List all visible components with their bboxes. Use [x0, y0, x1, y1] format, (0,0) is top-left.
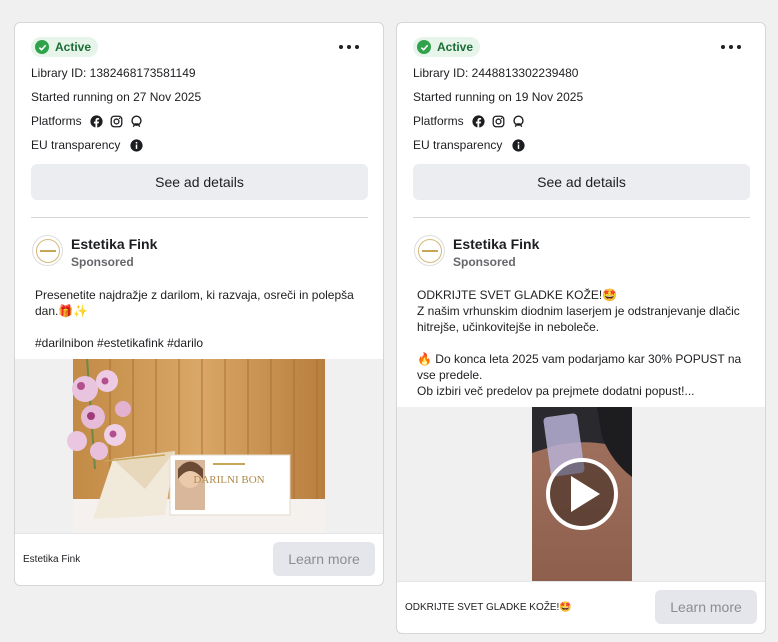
see-ad-details-button[interactable]: See ad details [413, 164, 750, 200]
body-line: 🔥 Do konca leta 2025 vam podarjamo kar 3… [417, 352, 742, 382]
divider [31, 217, 368, 218]
platforms-label: Platforms [413, 114, 464, 128]
ad-card: Active Library ID: 1382468173581149 Star… [14, 22, 384, 586]
more-icon[interactable] [721, 39, 741, 55]
messenger-icon [512, 115, 525, 128]
instagram-icon [110, 115, 123, 128]
learn-more-button[interactable]: Learn more [655, 590, 757, 624]
check-icon [35, 40, 49, 54]
avatar[interactable] [414, 235, 445, 266]
eu-transparency-row: EU transparency [413, 138, 525, 152]
ad-body: ODKRIJTE SVET GLADKE KOŽE!🤩 Z našim vrhu… [417, 287, 752, 399]
gift-card-text: DARILNI BON [193, 474, 264, 486]
library-id: Library ID: 2448813302239480 [413, 66, 579, 80]
footer-caption: ODKRIJTE SVET GLADKE KOŽE!🤩 [405, 602, 572, 613]
facebook-icon [472, 114, 485, 128]
ad-footer: Estetika Fink Learn more [15, 533, 383, 585]
more-icon[interactable] [339, 39, 359, 55]
check-icon [417, 40, 431, 54]
instagram-icon [492, 115, 505, 128]
status-label: Active [437, 40, 474, 54]
platforms-row: Platforms [31, 114, 143, 128]
eu-transparency-row: EU transparency [31, 138, 143, 152]
body-line: #darilnibon #estetikafink #darilo [35, 336, 204, 350]
sponsored-label: Sponsored [453, 255, 516, 269]
divider [413, 217, 750, 218]
play-icon [546, 458, 618, 530]
body-line: ODKRIJTE SVET GLADKE KOŽE!🤩 [417, 288, 618, 302]
ad-image[interactable]: DARILNI BON [15, 359, 383, 533]
library-id: Library ID: 1382468173581149 [31, 66, 196, 80]
facebook-icon [90, 114, 103, 128]
status-badge: Active [413, 37, 481, 57]
body-line-spacer [35, 319, 370, 335]
advertiser-name[interactable]: Estetika Fink [71, 236, 157, 252]
ad-card: Active Library ID: 2448813302239480 Star… [396, 22, 766, 634]
footer-caption: Estetika Fink [23, 554, 81, 565]
advertiser-name[interactable]: Estetika Fink [453, 236, 539, 252]
body-line-spacer [417, 335, 752, 351]
started-date: Started running on 27 Nov 2025 [31, 90, 202, 104]
platforms-label: Platforms [31, 114, 82, 128]
see-ad-details-button[interactable]: See ad details [31, 164, 368, 200]
status-label: Active [55, 40, 92, 54]
messenger-icon [130, 115, 143, 128]
body-line: Presenetite najdražje z darilom, ki razv… [35, 288, 354, 318]
eu-label: EU transparency [413, 138, 503, 152]
ad-video[interactable] [397, 407, 765, 581]
avatar[interactable] [32, 235, 63, 266]
ad-footer: ODKRIJTE SVET GLADKE KOŽE!🤩 Learn more [397, 581, 765, 633]
sponsored-label: Sponsored [71, 255, 134, 269]
ad-body: Presenetite najdražje z darilom, ki razv… [35, 287, 370, 351]
body-line: Ob izbiri več predelov pa prejmete dodat… [417, 384, 695, 398]
info-icon[interactable] [512, 138, 525, 152]
info-icon[interactable] [130, 138, 143, 152]
status-badge: Active [31, 37, 99, 57]
eu-label: EU transparency [31, 138, 121, 152]
body-line: Z našim vrhunskim diodnim laserjem je od… [417, 304, 740, 334]
started-date: Started running on 19 Nov 2025 [413, 90, 584, 104]
learn-more-button[interactable]: Learn more [273, 542, 375, 576]
platforms-row: Platforms [413, 114, 525, 128]
